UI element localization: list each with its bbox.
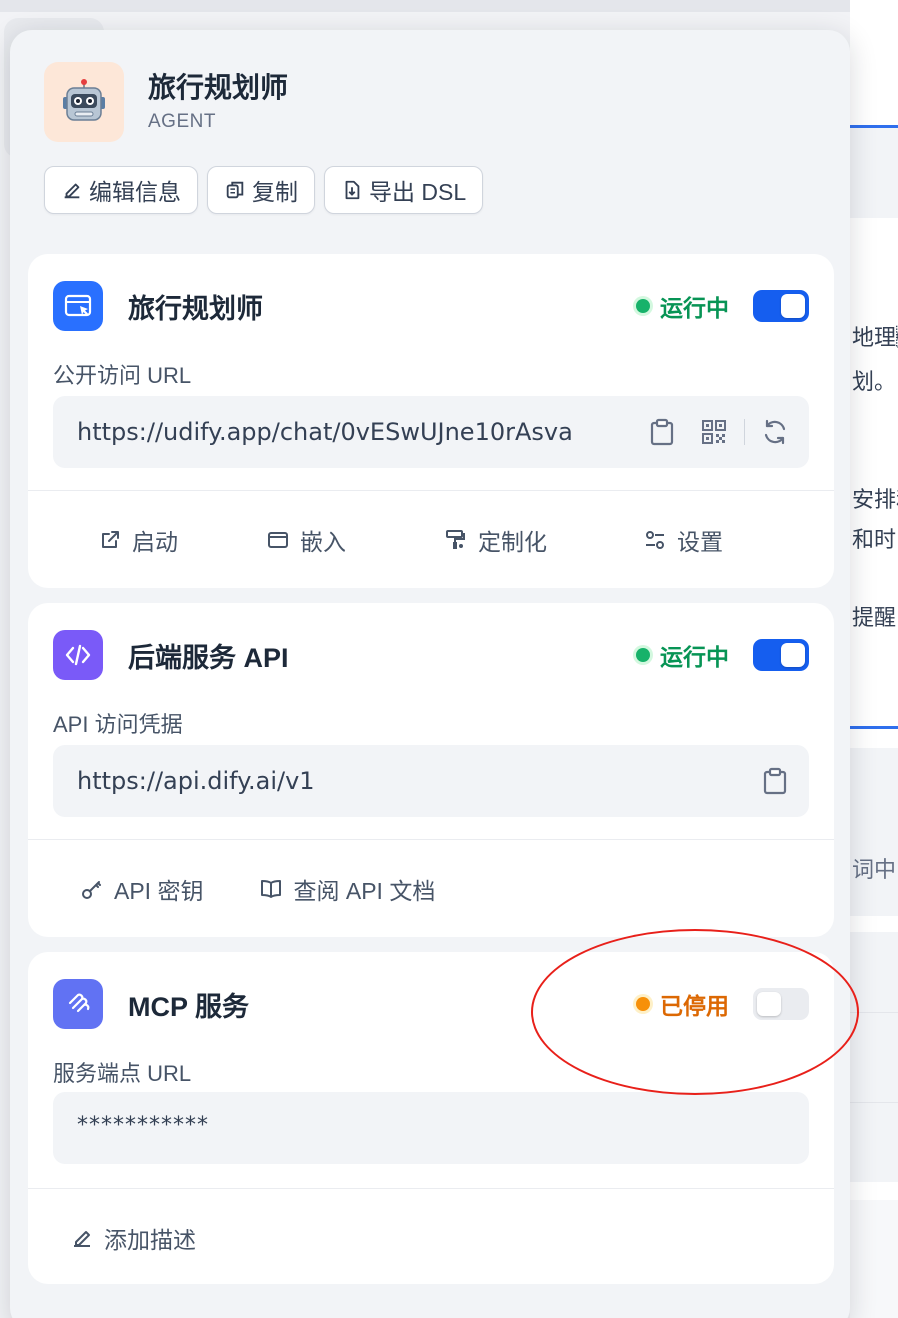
background-text: 划。 bbox=[852, 370, 897, 395]
api-key-button[interactable]: API 密钥 bbox=[80, 872, 203, 906]
external-link-icon bbox=[102, 531, 119, 548]
code-icon bbox=[53, 630, 103, 680]
app-header: 旅行规划师 AGENT bbox=[44, 62, 288, 142]
api-key-label: API 密钥 bbox=[114, 878, 204, 904]
launch-button[interactable]: 启动 bbox=[98, 523, 178, 557]
status-dot bbox=[636, 299, 650, 313]
url-tools bbox=[644, 414, 793, 450]
settings-label: 设置 bbox=[677, 529, 723, 555]
api-docs-button[interactable]: 查阅 API 文档 bbox=[259, 872, 435, 906]
background-text: 安排和 bbox=[852, 488, 898, 513]
export-dsl-label: 导出 DSL bbox=[369, 179, 467, 205]
qr-code-icon[interactable] bbox=[696, 414, 732, 450]
toggle-knob bbox=[781, 643, 805, 667]
mcp-endpoint-label: 服务端点 URL bbox=[53, 1061, 192, 1086]
api-status-label: 运行中 bbox=[660, 644, 729, 670]
public-url-label: 公开访问 URL bbox=[53, 363, 192, 388]
clipboard-icon[interactable] bbox=[757, 763, 793, 799]
api-credentials-label: API 访问凭据 bbox=[53, 712, 183, 737]
api-docs-label: 查阅 API 文档 bbox=[293, 878, 436, 904]
webapp-card-header: 旅行规划师 运行中 bbox=[53, 280, 809, 332]
mcp-link-icon bbox=[53, 979, 103, 1029]
add-description-button[interactable]: 添加描述 bbox=[70, 1221, 196, 1255]
background-block bbox=[850, 1200, 898, 1318]
card-divider bbox=[28, 839, 834, 840]
card-divider bbox=[28, 490, 834, 491]
highlight-ellipse bbox=[531, 929, 859, 1095]
background-block bbox=[850, 128, 898, 218]
copy-icon bbox=[226, 181, 244, 199]
edit-info-button[interactable]: 编辑信息 bbox=[44, 166, 198, 214]
background-block bbox=[850, 932, 898, 1182]
settings-button[interactable]: 设置 bbox=[643, 523, 723, 557]
robot-icon bbox=[44, 62, 124, 142]
status-dot bbox=[636, 648, 650, 662]
duplicate-button[interactable]: 复制 bbox=[207, 166, 315, 214]
pencil-icon bbox=[74, 1231, 90, 1247]
api-title: 后端服务 API bbox=[128, 642, 289, 673]
app-meta: 旅行规划师 AGENT bbox=[148, 71, 288, 133]
embed-label: 嵌入 bbox=[300, 529, 346, 555]
toggle-knob bbox=[781, 294, 805, 318]
mcp-actions: 添加描述 bbox=[28, 1220, 834, 1256]
background-text: 和时 bbox=[852, 528, 897, 553]
api-url: https://api.dify.ai/v1 bbox=[77, 767, 315, 795]
customize-label: 定制化 bbox=[478, 529, 547, 555]
app-publish-panel: 旅行规划师 AGENT 编辑信息 复制 导出 DSL 旅行规划师 运行中 公开访… bbox=[10, 30, 850, 1318]
api-card-header: 后端服务 API 运行中 bbox=[53, 629, 809, 681]
api-actions: API 密钥 查阅 API 文档 bbox=[28, 871, 834, 907]
webapp-actions: 启动 嵌入 定制化 设置 bbox=[28, 522, 834, 558]
webapp-card: 旅行规划师 运行中 公开访问 URL https://udify.app/cha… bbox=[28, 254, 834, 588]
background-divider bbox=[850, 726, 898, 729]
mcp-url: *********** bbox=[77, 1112, 209, 1138]
key-icon bbox=[82, 881, 101, 899]
file-download-icon bbox=[345, 180, 360, 200]
api-status: 运行中 bbox=[636, 638, 729, 672]
app-name: 旅行规划师 bbox=[148, 72, 289, 103]
background-rule bbox=[850, 1102, 898, 1103]
webapp-title: 旅行规划师 bbox=[128, 293, 263, 324]
url-tools bbox=[757, 763, 793, 799]
duplicate-label: 复制 bbox=[252, 179, 298, 205]
api-url-box: https://api.dify.ai/v1 bbox=[53, 745, 809, 817]
app-actions: 编辑信息 复制 导出 DSL bbox=[44, 166, 484, 214]
webapp-status: 运行中 bbox=[636, 289, 729, 323]
window-icon bbox=[268, 532, 288, 548]
mcp-title: MCP 服务 bbox=[128, 991, 250, 1022]
edit-info-label: 编辑信息 bbox=[89, 179, 181, 205]
mcp-url-box: *********** bbox=[53, 1092, 809, 1164]
export-dsl-button[interactable]: 导出 DSL bbox=[324, 166, 484, 214]
app-type: AGENT bbox=[148, 111, 216, 132]
background-topbar bbox=[0, 0, 898, 12]
launch-label: 启动 bbox=[132, 529, 178, 555]
sliders-icon bbox=[646, 531, 664, 549]
clipboard-icon[interactable] bbox=[644, 414, 680, 450]
webapp-status-label: 运行中 bbox=[660, 295, 729, 321]
api-card: 后端服务 API 运行中 API 访问凭据 https://api.dify.a… bbox=[28, 603, 834, 937]
refresh-icon[interactable] bbox=[757, 414, 793, 450]
paint-roller-icon bbox=[446, 530, 465, 549]
public-url-box: https://udify.app/chat/0vESwUJne10rAsva bbox=[53, 396, 809, 468]
background-block bbox=[850, 748, 898, 916]
public-url: https://udify.app/chat/0vESwUJne10rAsva bbox=[77, 418, 573, 446]
embed-button[interactable]: 嵌入 bbox=[266, 523, 346, 557]
book-open-icon bbox=[261, 880, 282, 898]
background-text: 词中 bbox=[852, 858, 897, 883]
background-text: 提醒 bbox=[852, 606, 897, 631]
pencil-icon bbox=[64, 183, 80, 199]
card-divider bbox=[28, 1188, 834, 1189]
background-text: 地理 bbox=[852, 326, 898, 351]
tools-separator bbox=[744, 419, 745, 445]
add-description-label: 添加描述 bbox=[104, 1227, 196, 1253]
webapp-toggle[interactable] bbox=[753, 290, 809, 322]
api-toggle[interactable] bbox=[753, 639, 809, 671]
browser-cursor-icon bbox=[53, 281, 103, 331]
customize-button[interactable]: 定制化 bbox=[444, 523, 547, 557]
